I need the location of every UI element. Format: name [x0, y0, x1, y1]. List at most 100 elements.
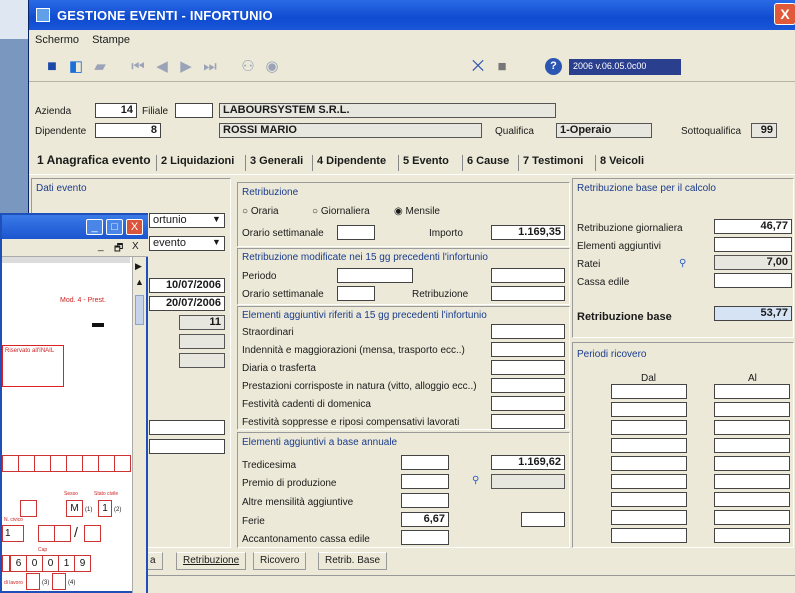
dal-field[interactable] [611, 420, 687, 435]
empty-field-3[interactable] [149, 420, 225, 435]
tredicesima-field[interactable]: 1.169,62 [491, 455, 565, 470]
maximize-button[interactable]: □ [106, 219, 123, 235]
date-fine-field[interactable]: 20/07/2006 [149, 296, 225, 311]
save-icon[interactable]: ■ [43, 58, 61, 76]
festivita-domenica-field[interactable] [491, 396, 565, 411]
radio-oraria[interactable]: ○ Oraria [242, 206, 279, 217]
inner-minimize-button[interactable]: _ [98, 241, 104, 252]
dal-field[interactable] [611, 402, 687, 417]
search-icon[interactable]: ⚲ [679, 258, 686, 269]
vertical-scrollbar[interactable]: ▶ ▲ [132, 257, 146, 593]
diaria-field[interactable] [491, 360, 565, 375]
ratei-field: 7,00 [714, 255, 792, 270]
dal-field[interactable] [611, 384, 687, 399]
al-field[interactable] [714, 402, 790, 417]
tab-evento[interactable]: 5 Evento [403, 155, 449, 167]
dal-field[interactable] [611, 474, 687, 489]
tab-generali[interactable]: 3 Generali [250, 155, 303, 167]
periodo-field-2[interactable] [491, 268, 565, 283]
tab-separator [245, 155, 246, 171]
stato-cell: 1 [98, 500, 112, 517]
sottoqualifica-field: 99 [751, 123, 777, 138]
menu-stampe[interactable]: Stampe [92, 34, 130, 46]
tab-dipendente[interactable]: 4 Dipendente [317, 155, 386, 167]
accantonamento-field[interactable] [401, 530, 449, 545]
prev-record-icon[interactable]: ◀ [153, 58, 171, 76]
inner-restore-button[interactable]: 🗗 [114, 241, 123, 258]
al-field[interactable] [714, 528, 790, 543]
dal-field[interactable] [611, 528, 687, 543]
binoculars-icon[interactable]: ⚇ [239, 58, 257, 76]
date-evento-field[interactable]: 10/07/2006 [149, 278, 225, 293]
al-field[interactable] [714, 438, 790, 453]
radio-mensile[interactable]: ◉ Mensile [394, 206, 440, 217]
search-icon[interactable]: ⚲ [472, 475, 479, 486]
sesso-label: Sesso [64, 491, 78, 497]
next-record-icon[interactable]: ▶ [177, 58, 195, 76]
ferie-field-b[interactable] [521, 512, 565, 527]
tab-cause[interactable]: 6 Cause [467, 155, 509, 167]
tab-liquidazioni[interactable]: 2 Liquidazioni [161, 155, 234, 167]
help-icon[interactable]: ? [545, 58, 562, 75]
empty-field-4[interactable] [149, 439, 225, 454]
al-field[interactable] [714, 456, 790, 471]
minimize-button[interactable]: _ [86, 219, 103, 235]
zoom-icon[interactable]: ◉ [263, 58, 281, 76]
last-record-icon[interactable]: ⏭ [201, 58, 219, 76]
tab-testimoni[interactable]: 7 Testimoni [523, 155, 583, 167]
orario-mod-field[interactable] [337, 286, 375, 301]
background-window [0, 0, 28, 40]
dal-field[interactable] [611, 492, 687, 507]
indennita-field[interactable] [491, 342, 565, 357]
retribuzione-mod-field[interactable] [491, 286, 565, 301]
al-field[interactable] [714, 492, 790, 507]
filiale-field[interactable] [175, 103, 213, 118]
al-field[interactable] [714, 384, 790, 399]
scroll-up-icon[interactable]: ▲ [135, 277, 144, 287]
menu-schermo[interactable]: Schermo [35, 34, 79, 46]
indennita-label: Indennità e maggiorazioni (mensa, traspo… [242, 345, 465, 356]
scroll-thumb[interactable] [135, 295, 144, 325]
elementi-label: Elementi aggiuntivi [577, 241, 661, 252]
azienda-field[interactable]: 14 [95, 103, 137, 118]
bottom-tab-retrib-base[interactable]: Retrib. Base [318, 552, 388, 570]
altre-field[interactable] [401, 493, 449, 508]
festivita-soppresse-field[interactable] [491, 414, 565, 429]
elementi-field[interactable] [714, 237, 792, 252]
tab-veicoli[interactable]: 8 Veicoli [600, 155, 644, 167]
tab-anagrafica-evento[interactable]: 1 Anagrafica evento [37, 153, 151, 167]
back-icon[interactable]: ◧ [67, 58, 85, 76]
scroll-right-icon[interactable]: ▶ [135, 261, 142, 272]
stop-icon[interactable]: ■ [493, 58, 511, 76]
al-field[interactable] [714, 474, 790, 489]
ferie-field[interactable]: 6,67 [401, 512, 449, 527]
tredicesima-field-a[interactable] [401, 455, 449, 470]
radio-giornaliera[interactable]: ○ Giornaliera [312, 206, 370, 217]
importo-field[interactable]: 1.169,35 [491, 225, 565, 240]
orario-field[interactable] [337, 225, 375, 240]
dal-field[interactable] [611, 510, 687, 525]
giornaliera-field[interactable]: 46,77 [714, 219, 792, 234]
tab-separator [156, 155, 157, 171]
dipendente-label: Dipendente [35, 126, 87, 137]
sesso-cell: M [66, 500, 83, 517]
dal-field[interactable] [611, 456, 687, 471]
al-field[interactable] [714, 420, 790, 435]
premio-field-a[interactable] [401, 474, 449, 489]
periodo-field[interactable] [337, 268, 413, 283]
first-record-icon[interactable]: ⏮ [129, 58, 147, 76]
inner-close-button[interactable]: X [132, 241, 139, 252]
delete-icon[interactable]: ⨉ [469, 58, 487, 76]
cassa-field[interactable] [714, 273, 792, 288]
folder-icon[interactable]: ▰ [91, 58, 109, 76]
straordinari-field[interactable] [491, 324, 565, 339]
bottom-tab-retribuzione[interactable]: Retribuzione [176, 552, 247, 570]
al-field[interactable] [714, 510, 790, 525]
close-button[interactable]: X [126, 219, 143, 235]
prestazioni-field[interactable] [491, 378, 565, 393]
dal-field[interactable] [611, 438, 687, 453]
bottom-tab-ricovero[interactable]: Ricovero [253, 552, 307, 570]
version-label: 2006 v.06.05.0c00 [569, 59, 681, 75]
dipendente-field[interactable]: 8 [95, 123, 161, 138]
close-button[interactable]: X [774, 3, 795, 25]
